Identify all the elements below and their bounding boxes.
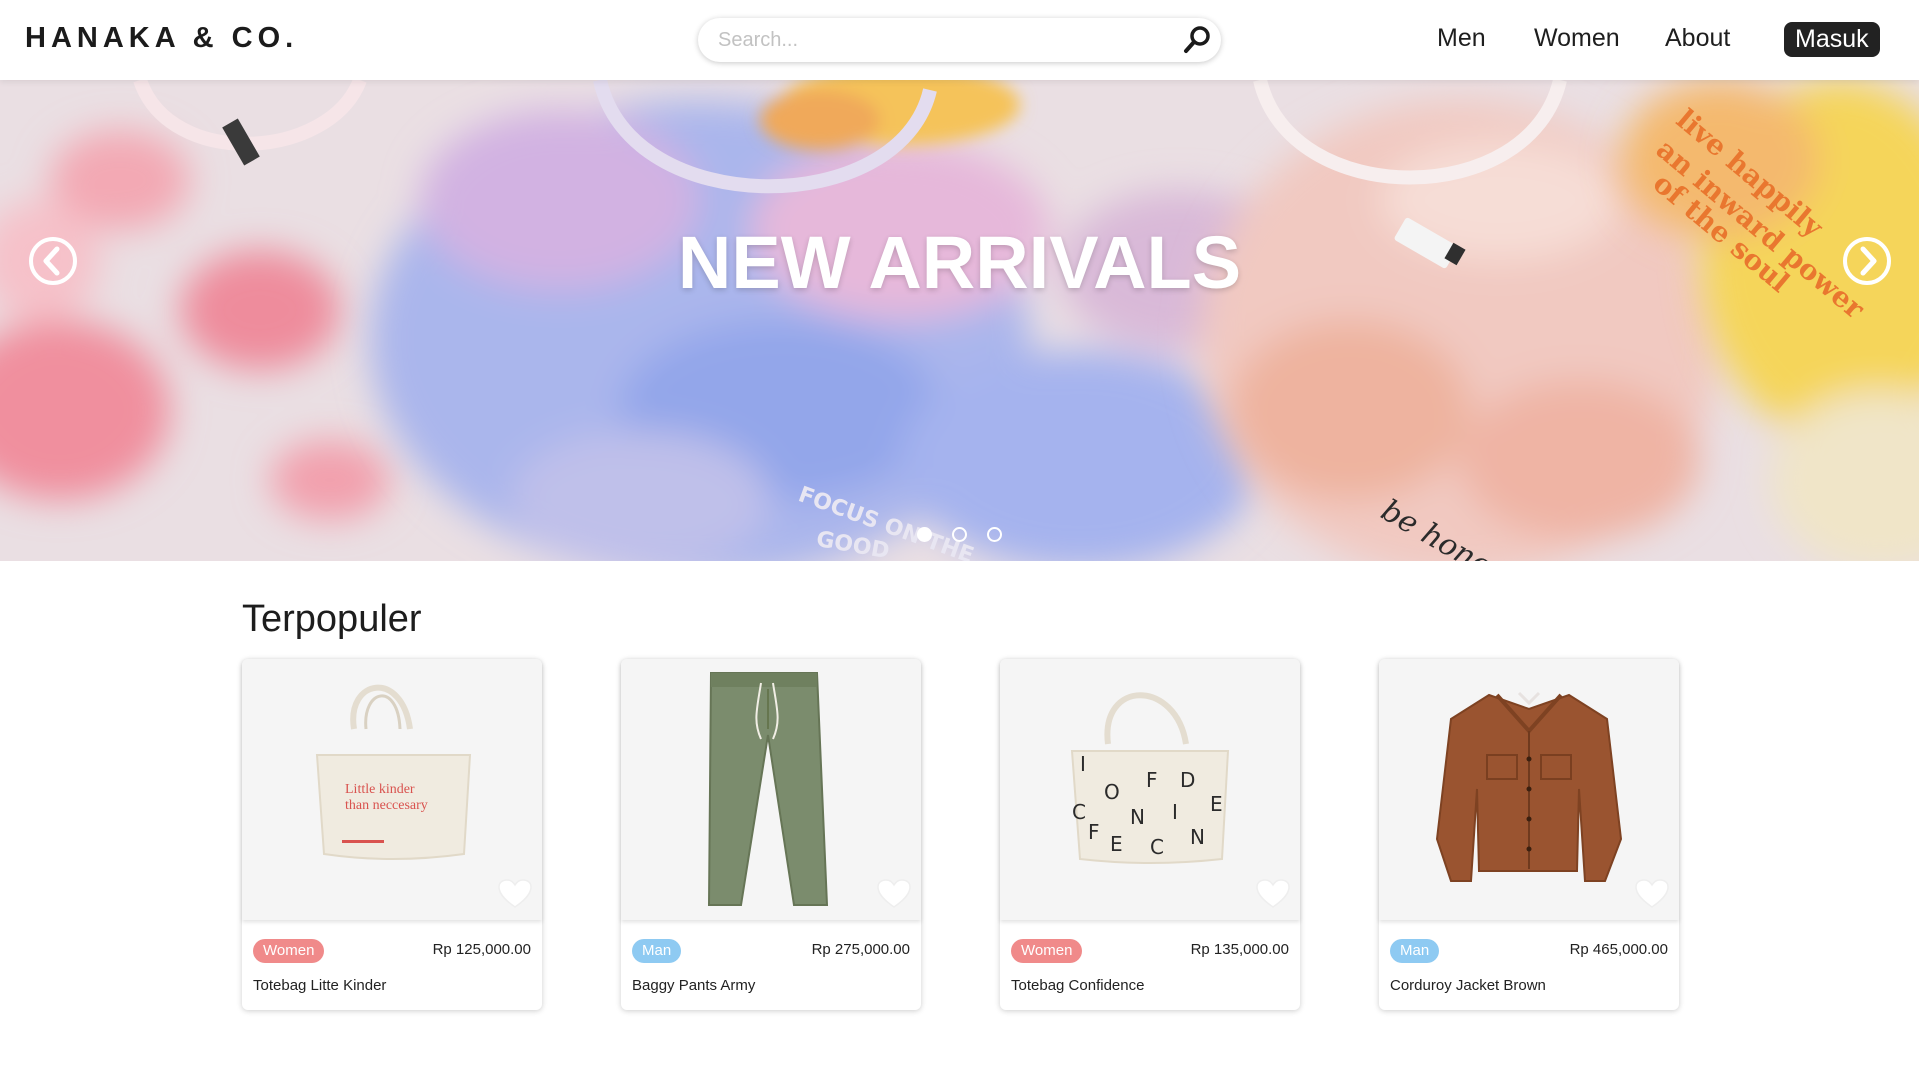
svg-text:N: N	[1190, 825, 1205, 849]
search-bar	[698, 18, 1221, 62]
product-image	[1379, 659, 1679, 920]
brand-logo[interactable]: HANAKA & CO.	[25, 22, 298, 55]
product-price: Rp 275,000.00	[811, 941, 910, 958]
hero-carousel: FOCUS ON THE GOOD live happily an inward…	[0, 80, 1919, 561]
product-price: Rp 135,000.00	[1190, 941, 1289, 958]
svg-text:N: N	[1130, 805, 1145, 829]
heart-icon[interactable]	[498, 879, 532, 909]
product-price: Rp 125,000.00	[432, 941, 531, 958]
nav-about[interactable]: About	[1665, 24, 1730, 53]
product-image: I F D O C N I E F E C N	[1000, 659, 1300, 920]
chevron-left-circle-icon[interactable]	[28, 236, 78, 286]
jacket-image	[1435, 691, 1623, 882]
tote-print-line-2: than neccesary	[345, 798, 428, 813]
search-icon[interactable]	[1181, 24, 1213, 56]
product-card[interactable]: Man Rp 465,000.00 Corduroy Jacket Brown	[1379, 659, 1679, 1010]
svg-text:C: C	[1072, 800, 1086, 824]
login-button[interactable]: Masuk	[1784, 22, 1880, 57]
svg-text:C: C	[1150, 835, 1164, 859]
hero-title: NEW ARRIVALS	[677, 221, 1242, 304]
category-badge: Man	[632, 939, 682, 963]
totebag-image: I F D O C N I E F E C N	[1070, 692, 1230, 864]
svg-text:I: I	[1080, 752, 1086, 776]
product-price: Rp 465,000.00	[1569, 941, 1668, 958]
heart-icon[interactable]	[1635, 879, 1669, 909]
category-badge: Women	[253, 939, 325, 963]
svg-text:O: O	[1104, 780, 1120, 804]
top-navbar: HANAKA & CO. Men Women About Masuk	[0, 0, 1919, 80]
product-card[interactable]: Little kinder than neccesary Women Rp 12…	[242, 659, 542, 1010]
product-card[interactable]: Man Rp 275,000.00 Baggy Pants Army	[621, 659, 921, 1010]
heart-icon[interactable]	[1256, 879, 1290, 909]
svg-text:F: F	[1088, 820, 1100, 844]
carousel-indicators	[917, 527, 1002, 542]
svg-text:E: E	[1110, 832, 1123, 856]
product-image: Little kinder than neccesary	[242, 659, 542, 920]
svg-text:I: I	[1172, 800, 1178, 824]
product-name: Corduroy Jacket Brown	[1390, 977, 1546, 994]
tote-print-line-1: Little kinder	[345, 782, 415, 797]
carousel-dot-2[interactable]	[952, 527, 967, 542]
product-name: Baggy Pants Army	[632, 977, 756, 994]
pants-image	[707, 672, 829, 906]
chevron-right-circle-icon[interactable]	[1842, 236, 1892, 286]
category-badge: Man	[1390, 939, 1440, 963]
nav-women[interactable]: Women	[1534, 24, 1620, 53]
section-title: Terpopuler	[242, 598, 422, 640]
svg-text:E: E	[1210, 792, 1223, 816]
svg-text:D: D	[1180, 768, 1195, 792]
product-image	[621, 659, 921, 920]
carousel-dot-3[interactable]	[987, 527, 1002, 542]
product-card[interactable]: I F D O C N I E F E C N Women Rp 135,000…	[1000, 659, 1300, 1010]
category-badge: Women	[1011, 939, 1083, 963]
nav-men[interactable]: Men	[1437, 24, 1486, 53]
heart-icon[interactable]	[877, 879, 911, 909]
svg-text:F: F	[1146, 768, 1158, 792]
product-name: Totebag Confidence	[1011, 977, 1145, 994]
totebag-image: Little kinder than neccesary	[315, 684, 472, 860]
product-name: Totebag Litte Kinder	[253, 977, 387, 994]
hero-image: FOCUS ON THE GOOD live happily an inward…	[0, 80, 1919, 561]
search-input[interactable]	[718, 18, 1158, 62]
carousel-dot-1[interactable]	[917, 527, 932, 542]
